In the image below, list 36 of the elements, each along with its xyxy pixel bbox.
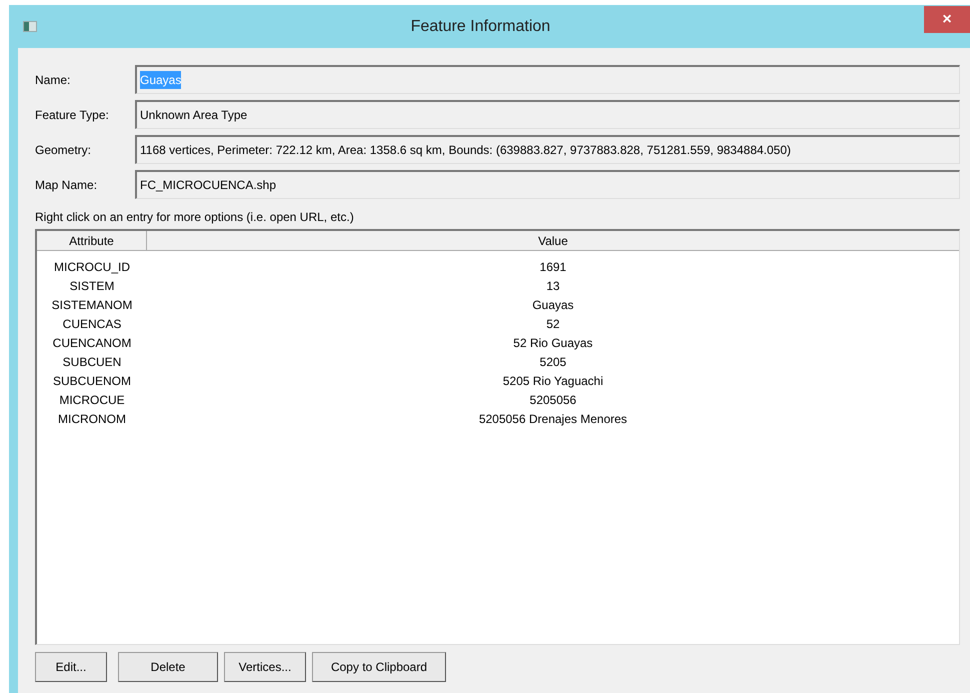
text-field[interactable]: FC_MICROCUENCA.shp [135,170,960,199]
table-cell-text: 52 [545,316,561,332]
hint-text: Right click on an entry for more options (i.e. open URL, etc.) [35,209,355,226]
dialog-button[interactable]: Edit... [35,652,107,682]
table-cell-text: SUBCUEN [62,354,122,370]
table-cell-text: 13 [545,278,561,294]
table-cell-text: SISTEM [68,278,116,294]
table-cell-text: MICROCU_ID [52,258,131,276]
field-label: Map Name: [35,176,98,194]
text-field[interactable]: 1168 vertices, Perimeter: 722.12 km, Area: 1358.6 sq km, Bounds: (639883.827, 9737883.828, 751281.559, 9834884.050) [135,135,960,164]
window-title: Feature Information [410,16,550,36]
column-header[interactable]: Attribute [37,231,147,250]
table-cell-text: 5205056 [528,392,578,408]
table-cell-text: 5205 [538,354,568,370]
table-cell-text: SUBCUENOM [52,372,132,390]
dialog-button[interactable]: Copy to Clipboard [312,652,446,682]
table-cell-text: CUENCANOM [52,334,132,352]
app-icon [23,21,37,32]
table-cell-text: MICRONOM [57,410,127,428]
table-cell-text: MICROCUE [58,392,126,408]
table-cell-text: SISTEMANOM [50,296,134,314]
table-cell-text: 1691 [538,258,568,276]
column-header[interactable]: Value [147,231,959,250]
table-cell-text: CUENCAS [62,316,122,332]
table-cell-text: 5205056 Drenajes Menores [478,410,628,428]
table-cell-text: Guayas [531,296,575,314]
field-label: Name: [35,72,72,88]
close-button[interactable]: × [924,6,970,33]
table-cell-text: 52 Rio Guayas [512,334,594,352]
table-cell-text: 5205 Rio Yaguachi [502,372,604,390]
dialog-button[interactable]: Delete [118,652,218,682]
field-label: Geometry: [35,142,92,158]
field-label: Feature Type: [35,106,110,124]
dialog-button[interactable]: Vertices... [224,652,306,682]
text-field[interactable]: Unknown Area Type [135,100,960,129]
attribute-list[interactable]: Attribute Value MICROCU_ID 1691 SISTEM 13 SISTEMANOM Guayas CUENCAS 52 CUENCANOM 52 Rio Guayas SUBCUEN 5205 SUBCUENOM 5205 Rio Yaguachi MICROCUE 5205056 MICRONOM 5205056 Drenajes Menores [35,229,960,645]
